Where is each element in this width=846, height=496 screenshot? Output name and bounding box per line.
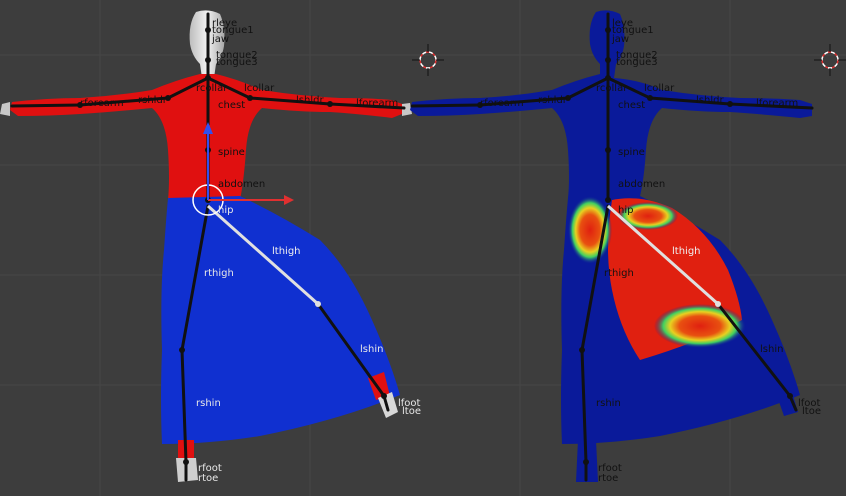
svg-text:lforearm: lforearm [356, 98, 398, 109]
figure-right-weight-mesh[interactable] [410, 10, 812, 482]
viewport-scene[interactable]: rleye tongue1 jaw tongue2 tongue3 rcolla… [0, 0, 846, 496]
svg-text:rshldr: rshldr [138, 95, 168, 106]
svg-text:rthigh: rthigh [604, 268, 634, 279]
svg-text:ltoe: ltoe [402, 406, 421, 417]
svg-text:hip: hip [218, 205, 233, 216]
svg-text:chest: chest [618, 100, 645, 111]
svg-text:rtoe: rtoe [598, 473, 618, 484]
figure-left-mesh[interactable] [0, 10, 412, 482]
svg-text:rshin: rshin [596, 398, 621, 409]
svg-text:rforearm: rforearm [480, 98, 524, 109]
svg-text:abdomen: abdomen [618, 179, 665, 190]
svg-text:rcollar: rcollar [196, 83, 228, 94]
3d-cursor-icon[interactable] [412, 44, 444, 76]
3d-cursor-icon-right[interactable] [814, 44, 846, 76]
svg-text:tongue3: tongue3 [616, 57, 658, 68]
svg-text:lshin: lshin [760, 344, 783, 355]
svg-text:lthigh: lthigh [272, 246, 301, 257]
svg-text:tongue3: tongue3 [216, 57, 258, 68]
svg-text:jaw: jaw [611, 34, 629, 45]
svg-text:lshin: lshin [360, 344, 383, 355]
svg-text:lshldr: lshldr [696, 95, 724, 106]
svg-text:lshldr: lshldr [296, 95, 324, 106]
svg-text:lthigh: lthigh [672, 246, 701, 257]
svg-text:hip: hip [618, 205, 633, 216]
svg-text:rcollar: rcollar [596, 83, 628, 94]
svg-text:rshin: rshin [196, 398, 221, 409]
svg-text:spine: spine [618, 147, 645, 158]
svg-text:lcollar: lcollar [644, 83, 675, 94]
svg-text:rforearm: rforearm [80, 98, 124, 109]
svg-text:chest: chest [218, 100, 245, 111]
3d-viewport[interactable]: rleye tongue1 jaw tongue2 tongue3 rcolla… [0, 0, 846, 496]
svg-text:spine: spine [218, 147, 245, 158]
svg-text:lforearm: lforearm [756, 98, 798, 109]
svg-text:rtoe: rtoe [198, 473, 218, 484]
svg-text:lcollar: lcollar [244, 83, 275, 94]
weight-heat-falloff-2 [654, 304, 746, 348]
svg-text:ltoe: ltoe [802, 406, 821, 417]
svg-text:rshldr: rshldr [538, 95, 568, 106]
svg-text:jaw: jaw [211, 34, 229, 45]
left-hand-mesh [0, 102, 10, 116]
svg-text:rthigh: rthigh [204, 268, 234, 279]
weight-heat-falloff-1 [568, 196, 612, 264]
svg-text:abdomen: abdomen [218, 179, 265, 190]
